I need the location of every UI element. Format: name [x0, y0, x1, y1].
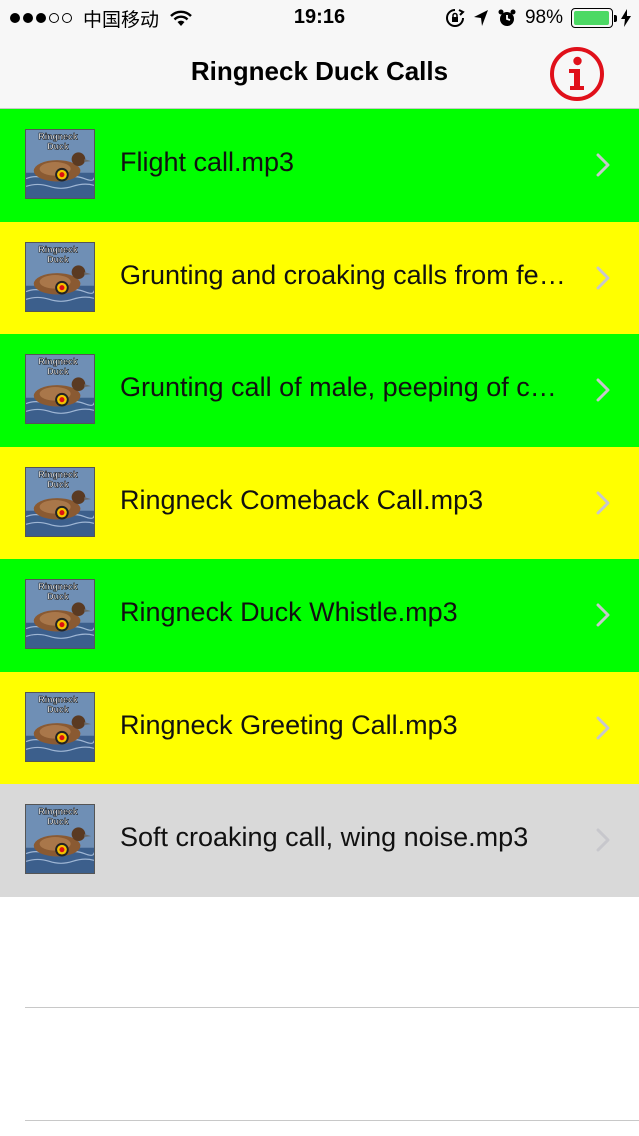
charging-bolt-icon	[621, 9, 631, 27]
list-item-label: Ringneck Duck Whistle.mp3	[120, 597, 458, 627]
navigation-bar: Ringneck Duck Calls	[0, 40, 639, 109]
rotation-lock-icon	[446, 9, 465, 27]
duck-thumbnail-image: Ringneck Duck	[25, 241, 95, 312]
list-item-label: Grunting call of male, peeping of chicks…	[120, 372, 569, 402]
thumb-caption-line1: Ringneck	[38, 807, 77, 817]
chevron-right-icon	[596, 378, 610, 402]
list-item-4[interactable]: Ringneck Duck Ringneck Comeback Call.mp3	[0, 446, 639, 559]
chevron-right-icon	[596, 266, 610, 289]
list-item-label: Soft croaking call, wing noise.mp3	[120, 822, 529, 852]
duck-thumbnail-image: Ringneck Duck	[25, 466, 95, 537]
duck-thumbnail-image: Ringneck Duck	[25, 691, 95, 762]
list-item-3[interactable]: Ringneck Duck Grunting call of male, pee…	[0, 334, 639, 447]
empty-row-separator	[25, 1007, 639, 1008]
list-item-2[interactable]: Ringneck Duck Grunting and croaking call…	[0, 221, 639, 334]
list-item-label: Grunting and croaking calls from female,…	[120, 259, 569, 290]
list-item-label: Flight call.mp3	[120, 147, 295, 177]
thumb-caption-line1: Ringneck	[38, 582, 77, 592]
list-item-6[interactable]: Ringneck Duck Ringneck Greeting Call.mp3	[0, 671, 639, 784]
alarm-clock-icon	[498, 9, 516, 26]
thumb-caption-line1: Ringneck	[38, 132, 77, 142]
chevron-right-icon	[596, 153, 610, 177]
list-item-label: Ringneck Greeting Call.mp3	[120, 709, 458, 740]
thumb-caption-line1: Ringneck	[38, 469, 77, 479]
status-right: 98%	[445, 6, 631, 30]
list-item-5[interactable]: Ringneck Duck Ringneck Duck Whistle.mp3	[0, 559, 639, 672]
duck-thumbnail-image: Ringneck Duck	[25, 804, 95, 874]
thumb-caption-line1: Ringneck	[38, 357, 77, 367]
sound-list: Ringneck Duck Flight call.mp3 Ringneck D…	[0, 109, 639, 897]
thumb-caption-line2: Duck	[47, 366, 69, 376]
battery-fill	[574, 11, 610, 25]
location-arrow-icon	[473, 10, 488, 26]
list-item-label: Ringneck Comeback Call.mp3	[120, 484, 484, 515]
thumb-caption-line1: Ringneck	[38, 244, 77, 254]
chevron-right-icon	[596, 603, 610, 627]
list-item-7[interactable]: Ringneck Duck Soft croaking call, wing n…	[0, 784, 639, 897]
thumb-caption-line2: Duck	[47, 141, 69, 151]
info-icon[interactable]	[549, 46, 605, 102]
battery-cap	[614, 15, 617, 22]
thumb-caption-line2: Duck	[47, 704, 69, 714]
duck-thumbnail-image: Ringneck Duck	[25, 354, 95, 424]
chevron-right-icon	[596, 828, 610, 852]
thumb-caption-line1: Ringneck	[38, 694, 77, 704]
thumb-caption-line2: Duck	[47, 254, 69, 264]
duck-thumbnail-image: Ringneck Duck	[25, 579, 95, 649]
thumb-caption-line2: Duck	[47, 816, 69, 826]
page-title: Ringneck Duck Calls	[190, 56, 449, 86]
chevron-right-icon	[596, 716, 610, 739]
status-bar: 中国移动 19:16 98%	[0, 0, 639, 40]
duck-thumbnail-image: Ringneck Duck	[25, 129, 95, 199]
thumb-caption-line2: Duck	[47, 591, 69, 601]
battery-percent: 98%	[524, 7, 563, 28]
empty-row-separator	[25, 1120, 639, 1121]
thumb-caption-line2: Duck	[47, 479, 69, 489]
list-item-1[interactable]: Ringneck Duck Flight call.mp3	[0, 109, 639, 222]
chevron-right-icon	[596, 491, 610, 514]
battery-icon	[571, 8, 617, 28]
